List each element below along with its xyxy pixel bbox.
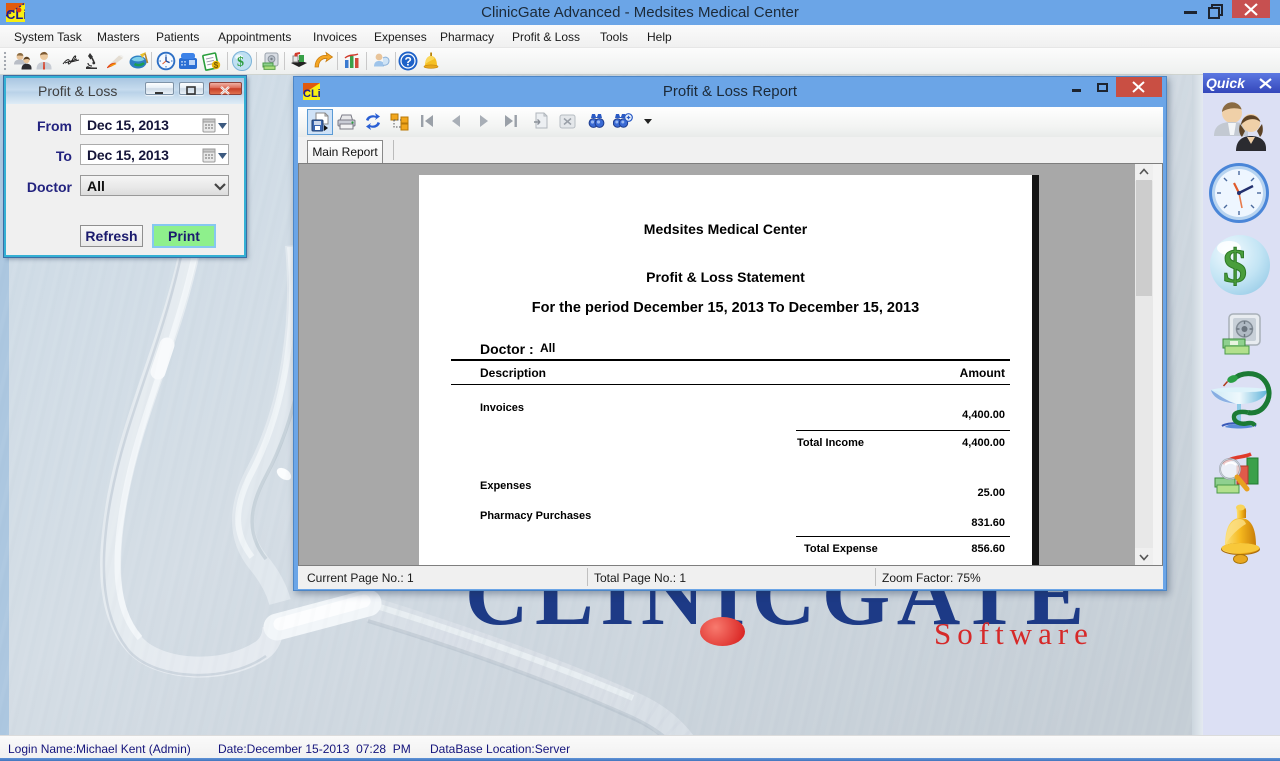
svg-text:CLi: CLi [303,88,320,100]
svg-text:$: $ [237,55,244,70]
svg-text:$: $ [214,61,219,70]
svg-text:$: $ [1223,240,1247,293]
svg-text:CLi: CLi [6,7,25,22]
svg-text:?: ? [405,55,412,69]
